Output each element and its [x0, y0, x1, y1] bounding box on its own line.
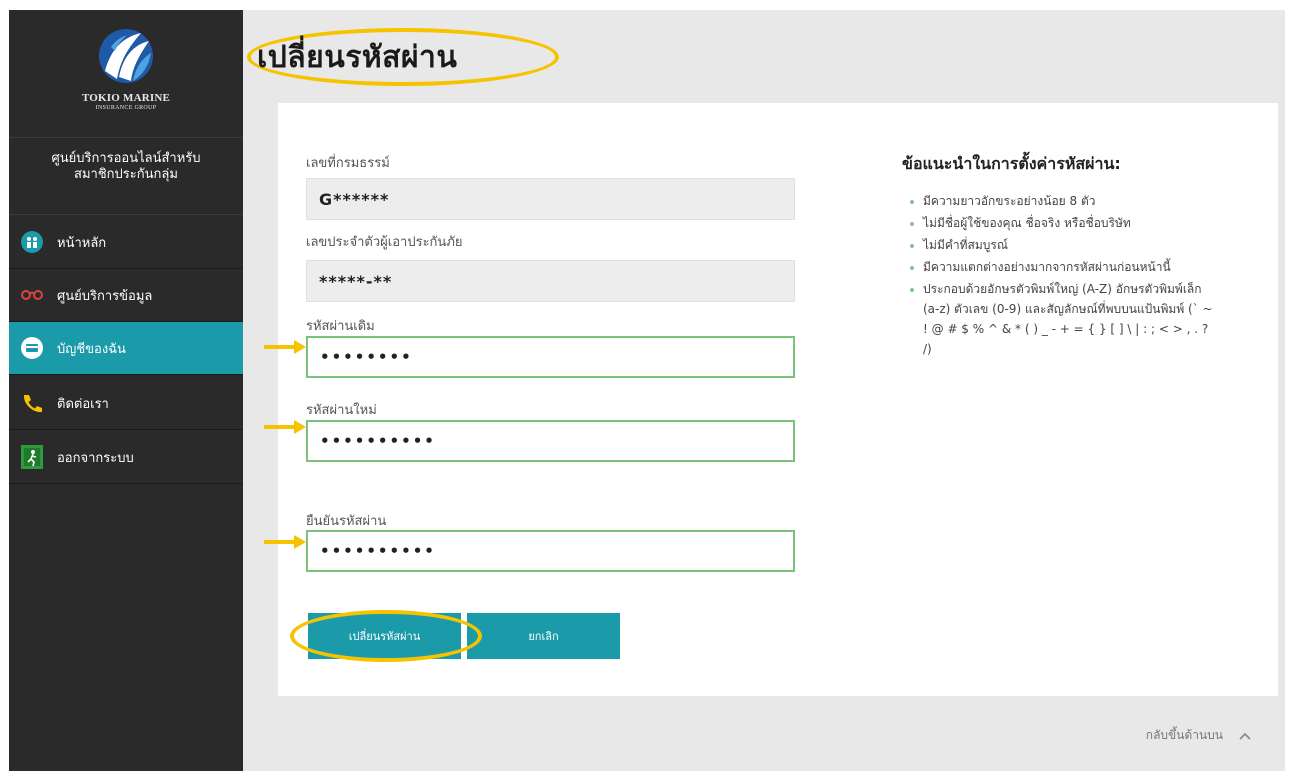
- people-icon: [21, 231, 43, 253]
- policy-number-label: เลขที่กรมธรรม์: [306, 156, 390, 171]
- sidebar-item-label: ออกจากระบบ: [57, 450, 134, 466]
- old-password-label: รหัสผ่านเดิม: [306, 319, 375, 334]
- new-password-label: รหัสผ่านใหม่: [306, 403, 377, 418]
- back-to-top-link[interactable]: กลับขึ้นด้านบน: [1146, 726, 1251, 745]
- sidebar-item-contact[interactable]: ติดต่อเรา: [9, 377, 243, 430]
- sidebar-item-label: บัญชีของฉัน: [57, 341, 126, 357]
- sidebar-item-label: ติดต่อเรา: [57, 396, 109, 412]
- card-icon: [21, 337, 43, 359]
- sidebar-item-my-account[interactable]: บัญชีของฉัน: [9, 322, 243, 375]
- confirm-password-input[interactable]: ••••••••••: [306, 530, 795, 572]
- insured-id-field: *****-**: [306, 260, 795, 302]
- tip-item: ประกอบด้วยอักษรตัวพิมพ์ใหญ่ (A-Z) อักษรต…: [908, 279, 1218, 359]
- main-content: เปลี่ยนรหัสผ่าน เลขที่กรมธรรม์ G****** เ…: [243, 10, 1285, 771]
- tips-title: ข้อแนะนำในการตั้งค่ารหัสผ่าน:: [902, 154, 1121, 173]
- service-title-line1: ศูนย์บริการออนไลน์สำหรับ: [51, 151, 201, 166]
- brand-logo[interactable]: TOKIO MARINE INSURANCE GROUP: [9, 10, 243, 138]
- arrow-right-icon: [264, 340, 306, 354]
- exit-icon: [21, 445, 43, 469]
- phone-icon: [21, 392, 43, 414]
- button-highlight-ellipse: [290, 610, 482, 662]
- new-password-input[interactable]: ••••••••••: [306, 420, 795, 462]
- sidebar: TOKIO MARINE INSURANCE GROUP ศูนย์บริการ…: [9, 10, 243, 771]
- page-title: เปลี่ยนรหัสผ่าน: [257, 40, 458, 75]
- old-password-input[interactable]: ••••••••: [306, 336, 795, 378]
- service-title-line2: สมาชิกประกันกลุ่ม: [74, 167, 178, 182]
- insured-id-label: เลขประจำตัวผู้เอาประกันภัย: [306, 235, 463, 250]
- sidebar-divider: [9, 214, 243, 215]
- sidebar-divider: [9, 137, 243, 138]
- sidebar-item-logout[interactable]: ออกจากระบบ: [9, 431, 243, 484]
- tips-list: มีความยาวอักขระอย่างน้อย 8 ตัว ไม่มีชื่อ…: [908, 191, 1218, 361]
- service-title: ศูนย์บริการออนไลน์สำหรับ สมาชิกประกันกลุ…: [9, 151, 243, 183]
- tip-item: ไม่มีชื่อผู้ใช้ของคุณ ชื่อจริง หรือชื่อบ…: [908, 213, 1218, 233]
- policy-number-field: G******: [306, 178, 795, 220]
- brand-wordmark: TOKIO MARINE INSURANCE GROUP: [9, 92, 243, 111]
- chevron-up-icon: [1239, 732, 1251, 740]
- change-password-card: เลขที่กรมธรรม์ G****** เลขประจำตัวผู้เอา…: [264, 103, 1278, 696]
- cancel-button[interactable]: ยกเลิก: [467, 613, 620, 659]
- sidebar-item-info-center[interactable]: ศูนย์บริการข้อมูล: [9, 269, 243, 322]
- confirm-password-label: ยืนยันรหัสผ่าน: [306, 514, 387, 529]
- arrow-right-icon: [264, 535, 306, 549]
- brand-name: TOKIO MARINE: [81, 92, 171, 104]
- tip-item: มีความแตกต่างอย่างมากจากรหัสผ่านก่อนหน้า…: [908, 257, 1218, 277]
- sidebar-item-label: ศูนย์บริการข้อมูล: [57, 288, 153, 304]
- tip-item: มีความยาวอักขระอย่างน้อย 8 ตัว: [908, 191, 1218, 211]
- tip-item: ไม่มีคำที่สมบูรณ์: [908, 235, 1218, 255]
- brand-subtitle: INSURANCE GROUP: [95, 105, 157, 111]
- arrow-right-icon: [264, 420, 306, 434]
- back-to-top-label: กลับขึ้นด้านบน: [1145, 728, 1223, 742]
- sidebar-item-label: หน้าหลัก: [57, 235, 107, 251]
- tokio-marine-logo-icon: [99, 29, 153, 83]
- glasses-icon: [21, 284, 43, 306]
- sidebar-item-home[interactable]: หน้าหลัก: [9, 216, 243, 269]
